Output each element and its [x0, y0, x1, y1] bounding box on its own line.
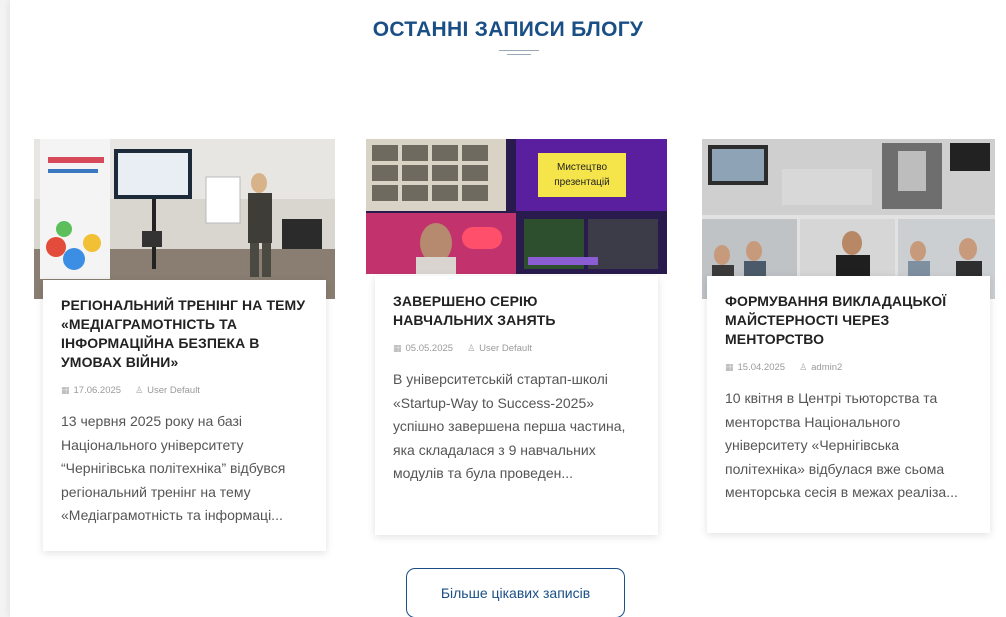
title-divider: [499, 50, 539, 56]
calendar-icon: ▦: [725, 362, 734, 372]
post-image-2[interactable]: Мистецтво презентацій: [366, 139, 667, 274]
post-date: 17.06.2025: [73, 385, 122, 396]
user-icon: ♙: [135, 385, 144, 395]
post-image-1[interactable]: [34, 139, 335, 299]
post-author: User Default: [479, 343, 532, 354]
svg-text:Мистецтво: Мистецтво: [557, 162, 607, 173]
calendar-icon: ▦: [393, 343, 402, 353]
post-image-3[interactable]: [702, 139, 995, 299]
post-excerpt: 13 червня 2025 року на базі Національног…: [61, 413, 286, 523]
post-date: 15.04.2025: [737, 362, 786, 373]
user-icon: ♙: [467, 343, 476, 353]
post-title[interactable]: ФОРМУВАННЯ ВИКЛАДАЦЬКОЇ МАЙСТЕРНОСТІ ЧЕР…: [725, 292, 972, 349]
post-author: User Default: [147, 385, 200, 396]
post-title[interactable]: РЕГІОНАЛЬНИЙ ТРЕНІНГ НА ТЕМУ «МЕДІАГРАМО…: [61, 296, 308, 372]
section-title: ОСТАННІ ЗАПИСИ БЛОГУ: [372, 18, 644, 41]
svg-text:презентацій: презентацій: [554, 177, 609, 188]
post-title[interactable]: ЗАВЕРШЕНО СЕРІЮ НАВЧАЛЬНИХ ЗАНЯТЬ: [393, 292, 640, 330]
user-icon: ♙: [799, 362, 808, 372]
post-meta: ▦ 17.06.2025 ♙ User Default: [61, 385, 308, 396]
post-author: admin2: [811, 362, 843, 373]
calendar-icon: ▦: [61, 385, 70, 395]
post-meta: ▦ 05.05.2025 ♙ User Default: [393, 343, 640, 354]
more-posts-button[interactable]: Більше цікавих записів: [406, 568, 625, 617]
post-meta: ▦ 15.04.2025 ♙ admin2: [725, 362, 972, 373]
post-excerpt: 10 квітня в Центрі тьюторства та менторс…: [725, 390, 958, 500]
blog-section: ОСТАННІ ЗАПИСИ БЛОГУ РЕГІОНАЛЬНИЙ ТРЕНІН…: [10, 0, 1006, 617]
post-excerpt: В університетській стартап-школі «Startu…: [393, 371, 626, 481]
post-date: 05.05.2025: [405, 343, 454, 354]
